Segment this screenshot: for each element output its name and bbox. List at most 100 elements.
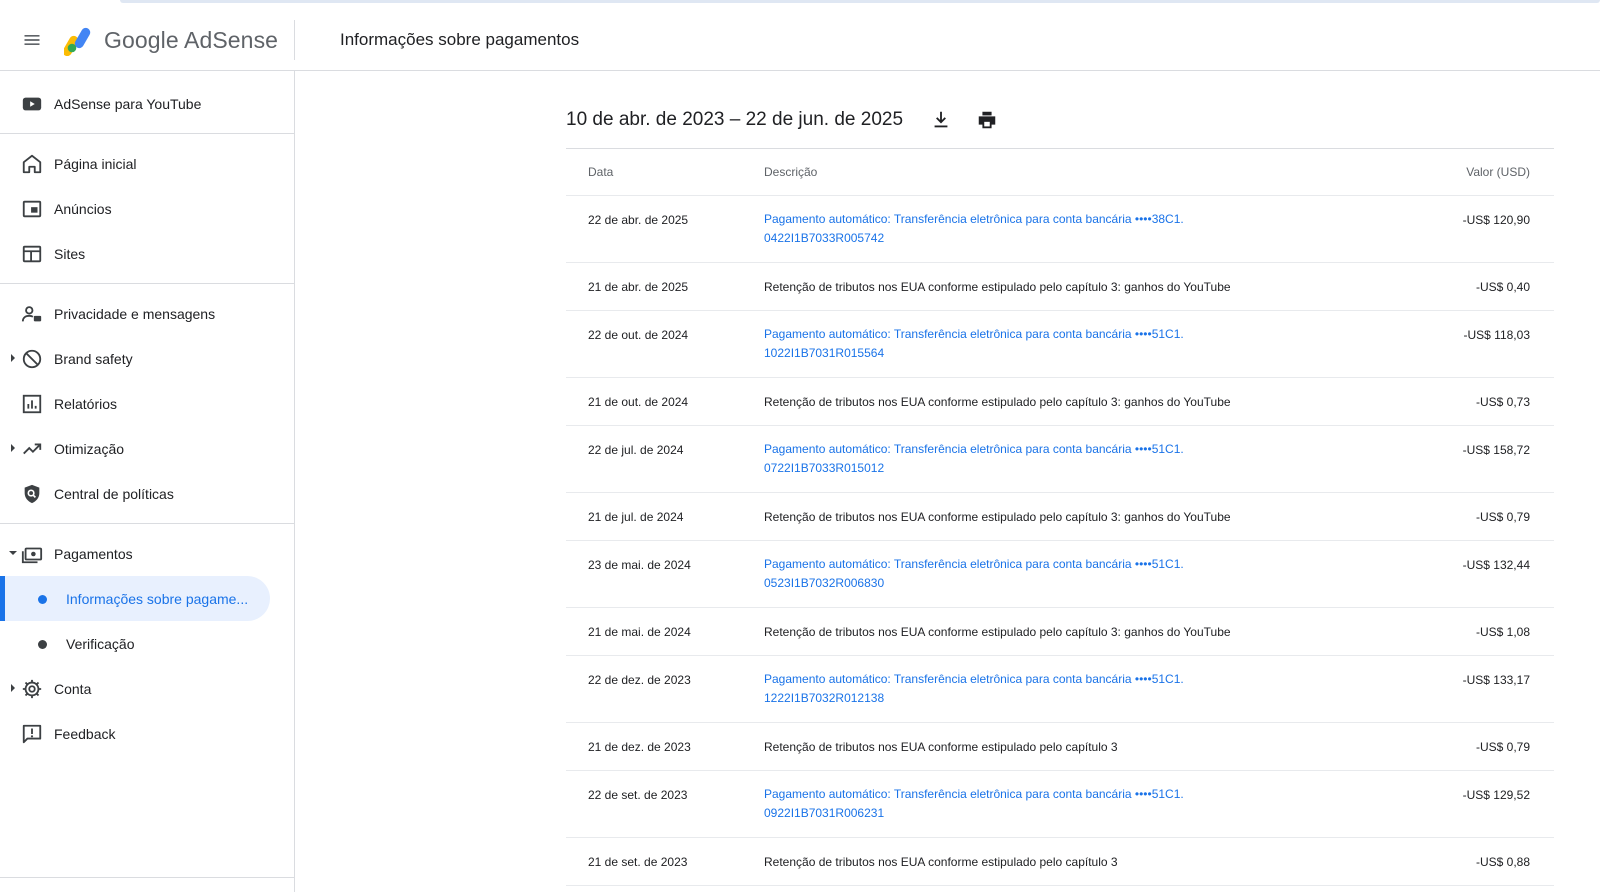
cell-date: 21 de dez. de 2023 <box>588 740 691 754</box>
sites-icon <box>21 243 43 265</box>
payment-link[interactable]: Pagamento automático: Transferência elet… <box>764 785 1404 804</box>
cell-value: -US$ 132,44 <box>1462 558 1530 572</box>
cell-value: -US$ 1,08 <box>1475 625 1530 639</box>
sidebar-item-feedback[interactable]: Feedback <box>0 711 294 756</box>
hamburger-menu-icon <box>24 35 40 45</box>
caret-right-icon <box>11 444 15 452</box>
payment-link[interactable]: Pagamento automático: Transferência elet… <box>764 325 1404 344</box>
sidebar-item-account[interactable]: Conta <box>0 666 294 711</box>
description-text: Retenção de tributos nos EUA conforme es… <box>764 280 1231 294</box>
policy-shield-icon <box>21 483 43 505</box>
ads-icon <box>21 198 43 220</box>
sidebar: AdSense para YouTube Página inicial Anún… <box>0 71 295 892</box>
sidebar-item-payments[interactable]: Pagamentos <box>0 531 294 576</box>
cell-date: 22 de jul. de 2024 <box>588 443 684 457</box>
cell-value: -US$ 0,40 <box>1475 280 1530 294</box>
description-text: Retenção de tributos nos EUA conforme es… <box>764 740 1118 754</box>
column-header-value: Valor (USD) <box>1466 165 1530 179</box>
table-row[interactable]: 22 de jul. de 2024 Pagamento automático: … <box>566 426 1554 493</box>
description-text: Retenção de tributos nos EUA conforme es… <box>764 625 1231 639</box>
cell-description: Pagamento automático: Transferência elet… <box>764 785 1404 823</box>
adsense-logo-icon <box>64 27 91 56</box>
cell-description: Retenção de tributos nos EUA conforme es… <box>764 855 1404 869</box>
table-row[interactable]: 23 de mai. de 2024 Pagamento automático: … <box>566 541 1554 608</box>
cell-value: -US$ 0,88 <box>1475 855 1530 869</box>
sidebar-item-label: Pagamentos <box>54 545 133 562</box>
payments-icon <box>21 543 43 565</box>
cell-date: 23 de mai. de 2024 <box>588 558 691 572</box>
sidebar-item-optimization[interactable]: Otimização <box>0 426 294 471</box>
cell-description: Retenção de tributos nos EUA conforme es… <box>764 625 1404 639</box>
sidebar-item-label: Privacidade e mensagens <box>54 305 216 322</box>
payment-reference-link[interactable]: 0922I1B7031R006231 <box>764 804 1404 823</box>
sidebar-item-home[interactable]: Página inicial <box>0 141 294 186</box>
table-header: Data Descrição Valor (USD) <box>566 149 1554 196</box>
sidebar-item-privacy[interactable]: Privacidade e mensagens <box>0 291 294 336</box>
gear-icon <box>21 678 43 700</box>
payment-reference-link[interactable]: 0422I1B7033R005742 <box>764 229 1404 248</box>
sidebar-item-label: Feedback <box>54 725 116 742</box>
payment-link[interactable]: Pagamento automático: Transferência elet… <box>764 670 1404 689</box>
page-title: Informações sobre pagamentos <box>340 30 580 49</box>
payment-link[interactable]: Pagamento automático: Transferência elet… <box>764 210 1404 229</box>
sidebar-item-ads[interactable]: Anúncios <box>0 186 294 231</box>
cell-value: -US$ 133,17 <box>1462 673 1530 687</box>
table-row[interactable]: 22 de abr. de 2025 Pagamento automático: … <box>566 196 1554 263</box>
date-range-header: 10 de abr. de 2023 – 22 de jun. de 2025 <box>566 103 999 137</box>
caret-right-icon <box>11 684 15 692</box>
cell-description: Pagamento automático: Transferência elet… <box>764 325 1404 363</box>
cell-value: -US$ 0,79 <box>1475 740 1530 754</box>
bullet-dot-icon <box>38 640 47 649</box>
sidebar-item-label: Otimização <box>54 440 125 457</box>
cell-description: Pagamento automático: Transferência elet… <box>764 440 1404 478</box>
payment-reference-link[interactable]: 1022I1B7031R015564 <box>764 344 1404 363</box>
sidebar-subitem-payment-info[interactable]: Informações sobre pagame... <box>0 576 270 621</box>
payment-reference-link[interactable]: 0523I1B7032R006830 <box>764 574 1404 593</box>
payment-link[interactable]: Pagamento automático: Transferência elet… <box>764 555 1404 574</box>
sidebar-item-adsense-youtube[interactable]: AdSense para YouTube <box>0 81 294 126</box>
header-divider <box>294 20 295 60</box>
caret-right-icon <box>11 354 15 362</box>
sidebar-item-policy-center[interactable]: Central de políticas <box>0 471 294 516</box>
sidebar-subitem-label: Verificação <box>66 635 135 652</box>
main-content: 10 de abr. de 2023 – 22 de jun. de 2025 … <box>295 71 1600 892</box>
main-menu-button[interactable] <box>0 10 64 70</box>
cell-value: -US$ 120,90 <box>1462 213 1530 227</box>
sidebar-item-brand-safety[interactable]: Brand safety <box>0 336 294 381</box>
cell-value: -US$ 129,52 <box>1462 788 1530 802</box>
cell-date: 21 de abr. de 2025 <box>588 280 689 294</box>
cell-value: -US$ 0,73 <box>1475 395 1530 409</box>
cell-description: Retenção de tributos nos EUA conforme es… <box>764 740 1404 754</box>
sidebar-item-label: AdSense para YouTube <box>54 95 202 112</box>
sidebar-item-sites[interactable]: Sites <box>0 231 294 276</box>
cell-date: 21 de set. de 2023 <box>588 855 688 869</box>
caret-down-icon <box>9 551 17 555</box>
sidebar-divider <box>0 523 294 524</box>
adsense-brand[interactable]: Google AdSense <box>64 10 294 70</box>
table-row[interactable]: 22 de out. de 2024 Pagamento automático: … <box>566 311 1554 378</box>
payment-reference-link[interactable]: 0722I1B7033R015012 <box>764 459 1404 478</box>
home-icon <box>21 153 43 175</box>
print-button[interactable] <box>975 108 999 132</box>
table-row[interactable]: 22 de dez. de 2023 Pagamento automático: … <box>566 656 1554 723</box>
cell-description: Retenção de tributos nos EUA conforme es… <box>764 510 1404 524</box>
trending-up-icon <box>21 438 43 460</box>
payment-link[interactable]: Pagamento automático: Transferência elet… <box>764 440 1404 459</box>
print-icon <box>978 111 996 129</box>
download-button[interactable] <box>929 108 953 132</box>
sidebar-subitem-verification[interactable]: Verificação <box>0 621 294 666</box>
feedback-icon <box>21 723 43 745</box>
cell-date: 22 de abr. de 2025 <box>588 213 689 227</box>
column-header-description: Descrição <box>764 165 818 179</box>
sidebar-item-label: Anúncios <box>54 200 112 217</box>
privacy-icon <box>21 303 43 325</box>
table-row[interactable]: 22 de set. de 2023 Pagamento automático: … <box>566 771 1554 838</box>
cell-date: 22 de dez. de 2023 <box>588 673 691 687</box>
top-app-bar: Google AdSense Informações sobre pagamen… <box>0 10 1600 71</box>
payment-reference-link[interactable]: 1222I1B7032R012138 <box>764 689 1404 708</box>
sidebar-item-label: Sites <box>54 245 86 262</box>
sidebar-item-reports[interactable]: Relatórios <box>0 381 294 426</box>
cell-date: 21 de mai. de 2024 <box>588 625 691 639</box>
sidebar-item-label: Central de políticas <box>54 485 174 502</box>
cell-value: -US$ 0,79 <box>1475 510 1530 524</box>
